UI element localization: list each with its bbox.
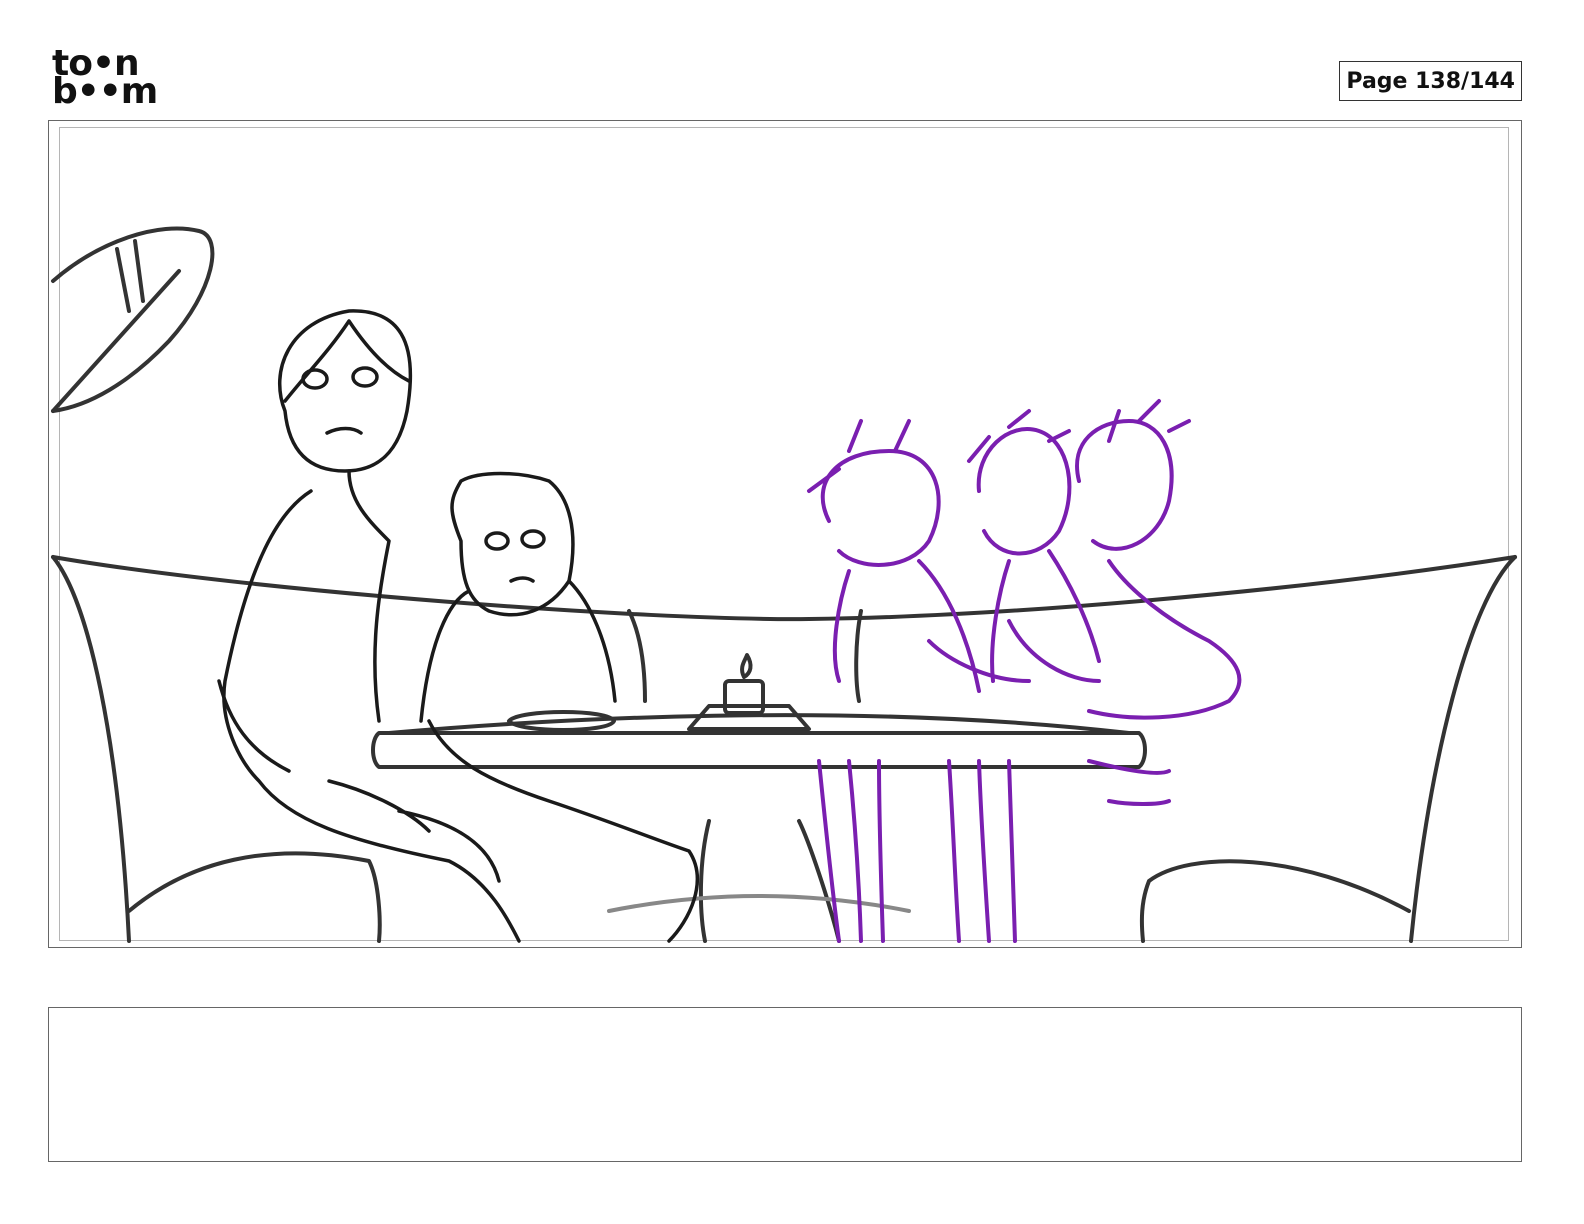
logo-line-2: b••m [52,71,158,112]
toonboom-logo: to•n b••m [52,46,164,112]
booth-back [51,555,1517,622]
storyboard-panel [48,120,1522,948]
table [371,731,1147,769]
storyboard-drawing [51,226,1517,943]
woman-head [450,471,575,617]
man-head [277,309,413,473]
candle [723,679,765,715]
page-counter: Page 138/144 [1339,61,1522,101]
notes-box [48,1007,1522,1162]
rough-character-3 [1075,419,1174,551]
rough-character-2 [976,427,1072,556]
